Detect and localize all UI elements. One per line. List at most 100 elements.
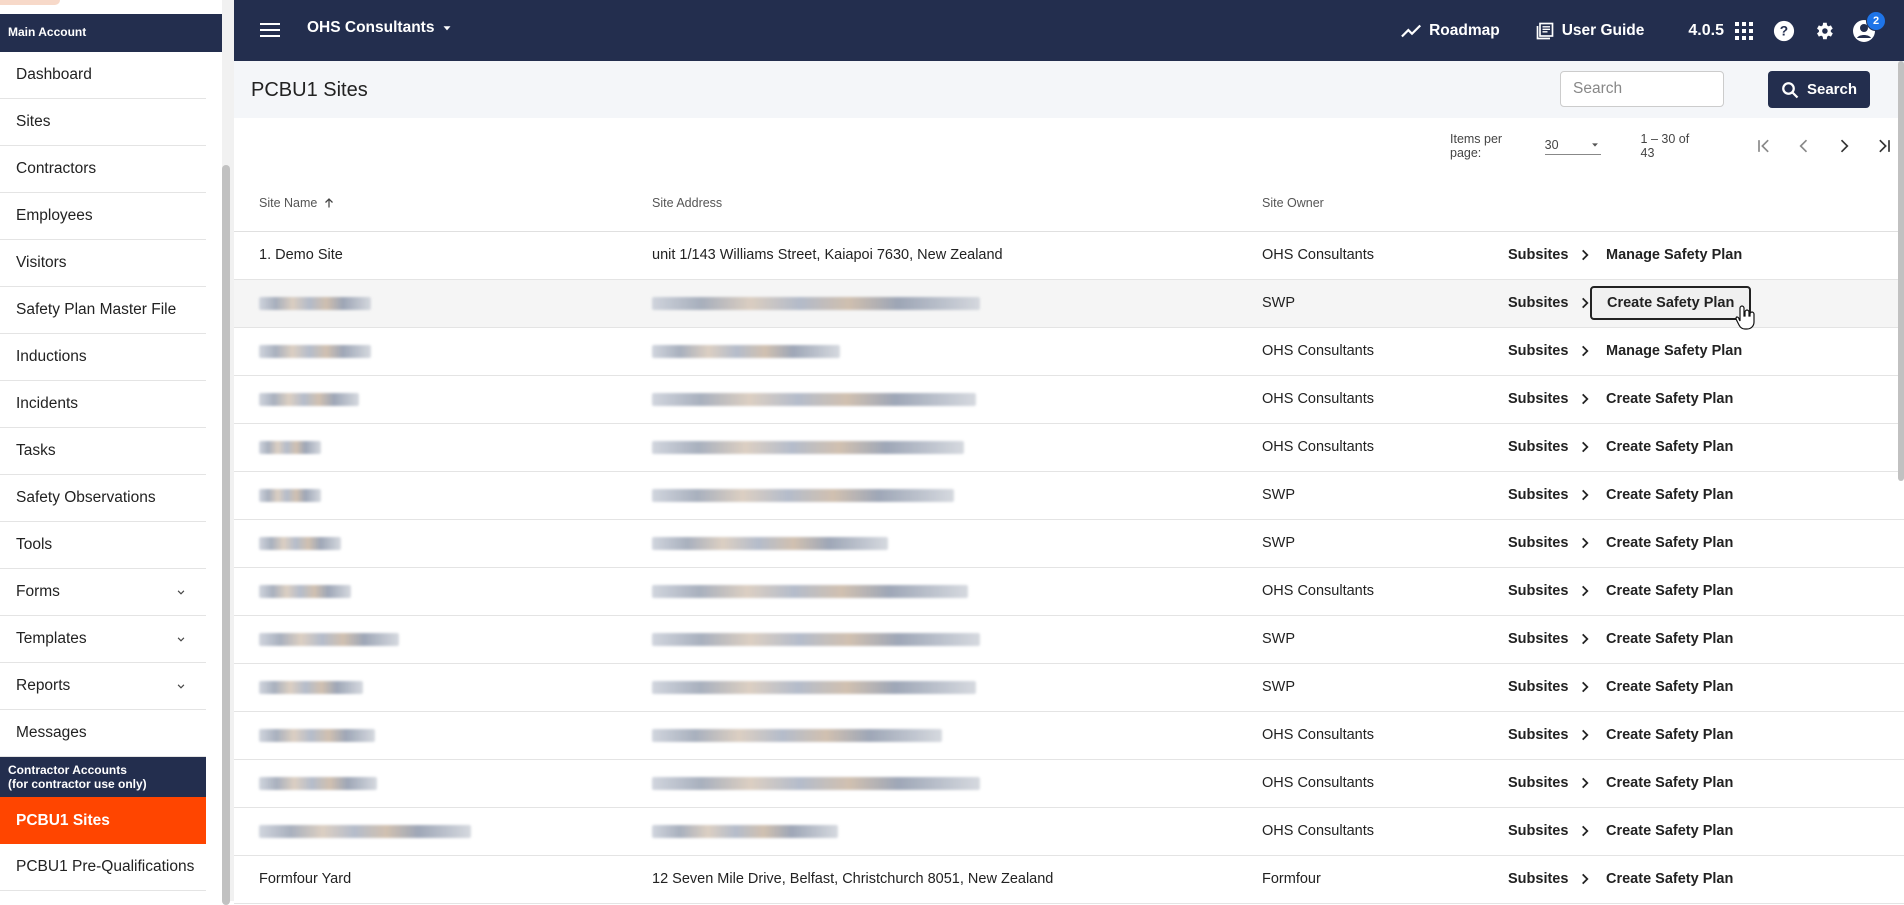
sidebar-item-dashboard[interactable]: Dashboard [0, 52, 206, 99]
subsites-button[interactable]: Subsites [1508, 583, 1592, 599]
next-page-button[interactable] [1824, 131, 1864, 161]
svg-text:?: ? [1780, 23, 1788, 38]
user-guide-link[interactable]: User Guide [1534, 21, 1644, 41]
subsites-button[interactable]: Subsites [1508, 343, 1592, 359]
first-page-button[interactable] [1744, 131, 1784, 161]
column-header-site-name[interactable]: Site Name [259, 196, 335, 210]
safety-plan-button[interactable]: Create Safety Plan [1606, 679, 1733, 695]
sidebar-item-pcbu1-sites[interactable]: PCBU1 Sites [0, 797, 206, 844]
sidebar-item-incidents[interactable]: Incidents [0, 381, 206, 428]
sidebar-item-label: Safety Observations [16, 489, 156, 506]
subsites-button[interactable]: Subsites [1508, 295, 1592, 311]
sidebar-item-label: Templates [16, 630, 87, 647]
sidebar-item-forms[interactable]: Forms [0, 569, 206, 616]
subsites-button[interactable]: Subsites [1508, 823, 1592, 839]
redacted-site-address [652, 681, 976, 694]
column-header-site-address: Site Address [652, 196, 722, 210]
subsites-label: Subsites [1508, 247, 1569, 263]
roadmap-link[interactable]: Roadmap [1401, 22, 1500, 40]
sidebar-item-safety-observations[interactable]: Safety Observations [0, 475, 206, 522]
subsites-button[interactable]: Subsites [1508, 535, 1592, 551]
chevron-right-icon [1582, 777, 1590, 789]
subsites-label: Subsites [1508, 679, 1569, 695]
gear-icon[interactable] [1812, 19, 1836, 43]
subsites-button[interactable]: Subsites [1508, 439, 1592, 455]
search-icon [1782, 81, 1799, 98]
sidebar-item-tools[interactable]: Tools [0, 522, 206, 569]
redacted-site-address [652, 297, 980, 310]
search-input[interactable] [1560, 71, 1724, 107]
sidebar-item-pcbu1-prequalifications[interactable]: PCBU1 Pre-Qualifications [0, 844, 206, 891]
safety-plan-button[interactable]: Create Safety Plan [1590, 286, 1752, 320]
sidebar-item-contractors[interactable]: Contractors [0, 146, 206, 193]
table-row: 1. Demo Site unit 1/143 Williams Street, … [234, 232, 1904, 280]
safety-plan-button[interactable]: Create Safety Plan [1606, 487, 1733, 503]
help-icon[interactable]: ? [1772, 19, 1796, 43]
redacted-site-name [259, 777, 377, 790]
previous-page-button[interactable] [1784, 131, 1824, 161]
redacted-site-name [259, 585, 351, 598]
safety-plan-button[interactable]: Create Safety Plan [1606, 823, 1733, 839]
subsites-button[interactable]: Subsites [1508, 487, 1592, 503]
menu-icon[interactable] [260, 21, 280, 39]
safety-plan-button[interactable]: Create Safety Plan [1606, 775, 1733, 791]
redacted-site-name [259, 441, 321, 454]
paginator: Items per page: 30 1 – 30 of 43 [1450, 131, 1904, 161]
sidebar-item-templates[interactable]: Templates [0, 616, 206, 663]
caret-down-icon [443, 26, 451, 31]
subsites-button[interactable]: Subsites [1508, 727, 1592, 743]
safety-plan-button[interactable]: Create Safety Plan [1606, 583, 1733, 599]
chevron-right-icon [1582, 729, 1590, 741]
page-scrollbar[interactable] [1898, 61, 1904, 481]
redacted-site-name [259, 297, 371, 310]
redacted-site-name [259, 825, 471, 838]
subsites-label: Subsites [1508, 631, 1569, 647]
safety-plan-button[interactable]: Create Safety Plan [1606, 871, 1733, 887]
sort-ascending-icon [325, 198, 334, 208]
subsites-button[interactable]: Subsites [1508, 679, 1592, 695]
redacted-site-address [652, 777, 980, 790]
sidebar-item-employees[interactable]: Employees [0, 193, 206, 240]
chevron-down-icon [177, 590, 185, 595]
safety-plan-button[interactable]: Create Safety Plan [1606, 535, 1733, 551]
redacted-site-address [652, 441, 964, 454]
subsites-button[interactable]: Subsites [1508, 631, 1592, 647]
subsites-label: Subsites [1508, 775, 1569, 791]
safety-plan-button[interactable]: Create Safety Plan [1606, 727, 1733, 743]
org-selector[interactable]: OHS Consultants [307, 19, 454, 37]
apps-grid-icon[interactable] [1732, 19, 1756, 43]
site-owner-cell: SWP [1262, 679, 1296, 695]
sidebar-item-sites[interactable]: Sites [0, 99, 206, 146]
sidebar-item-label: PCBU1 Sites [16, 811, 110, 829]
sidebar-item-label: Dashboard [16, 66, 92, 83]
safety-plan-button[interactable]: Create Safety Plan [1606, 631, 1733, 647]
table-row: SWP Subsites Create Safety Plan [234, 472, 1904, 520]
subsites-button[interactable]: Subsites [1508, 775, 1592, 791]
subsites-button[interactable]: Subsites [1508, 247, 1592, 263]
search-button[interactable]: Search [1768, 71, 1870, 108]
sidebar-item-tasks[interactable]: Tasks [0, 428, 206, 475]
safety-plan-button[interactable]: Create Safety Plan [1606, 391, 1733, 407]
subsites-label: Subsites [1508, 823, 1569, 839]
column-label: Site Name [259, 196, 318, 210]
sidebar-item-inductions[interactable]: Inductions [0, 334, 206, 381]
sidebar-item-messages[interactable]: Messages [0, 710, 206, 757]
subsites-button[interactable]: Subsites [1508, 391, 1592, 407]
sidebar-item-reports[interactable]: Reports [0, 663, 206, 710]
subsites-button[interactable]: Subsites [1508, 871, 1592, 887]
sidebar-item-label: Tasks [16, 442, 56, 459]
table-row: OHS Consultants Subsites Create Safety Pla… [234, 808, 1904, 856]
contractor-accounts-title: Contractor Accounts [8, 763, 127, 777]
redacted-site-address [652, 729, 942, 742]
sidebar-scrollbar[interactable] [222, 165, 230, 905]
safety-plan-button[interactable]: Create Safety Plan [1606, 439, 1733, 455]
safety-plan-button[interactable]: Manage Safety Plan [1606, 343, 1742, 359]
subsites-label: Subsites [1508, 535, 1569, 551]
safety-plan-button[interactable]: Manage Safety Plan [1606, 247, 1742, 263]
table-body: 1. Demo Site unit 1/143 Williams Street, … [234, 232, 1904, 904]
account-circle-icon[interactable]: 2 [1852, 10, 1886, 43]
table-row: OHS Consultants Subsites Create Safety Pla… [234, 568, 1904, 616]
sidebar-item-safety-plan-master-file[interactable]: Safety Plan Master File [0, 287, 206, 334]
sidebar-item-visitors[interactable]: Visitors [0, 240, 206, 287]
items-per-page-select[interactable]: 30 [1544, 138, 1601, 155]
